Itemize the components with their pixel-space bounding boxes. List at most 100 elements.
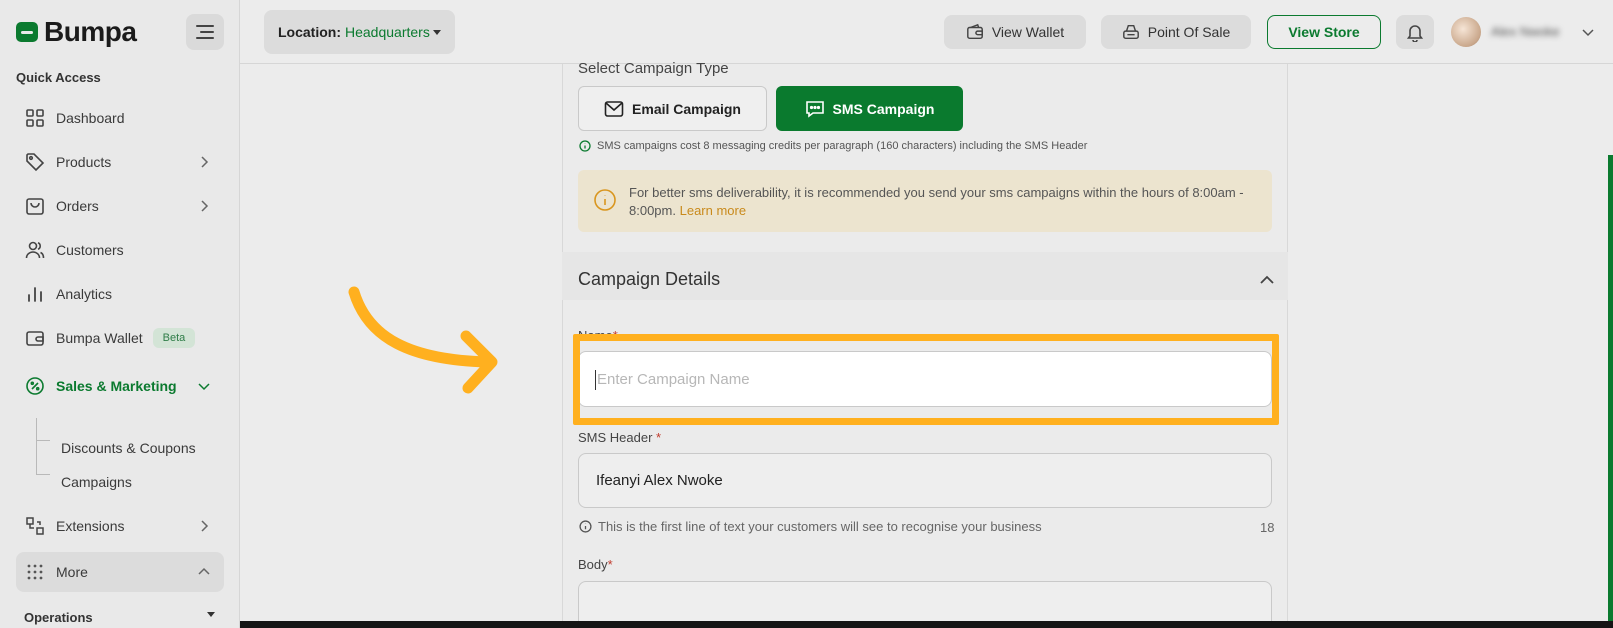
extensions-icon xyxy=(24,515,46,537)
sidebar-item-label: Bumpa Wallet xyxy=(56,330,143,346)
menu-line xyxy=(196,25,214,27)
view-store-button[interactable]: View Store xyxy=(1267,15,1381,49)
bottom-bar xyxy=(240,621,1613,628)
required-mark: * xyxy=(607,557,613,572)
wallet-icon xyxy=(966,23,983,40)
email-campaign-label: Email Campaign xyxy=(632,100,741,117)
sidebar-item-label: Customers xyxy=(56,242,124,258)
body-label-text: Body xyxy=(578,557,608,572)
learn-more-link[interactable]: Learn more xyxy=(680,203,746,218)
point-of-sale-label: Point Of Sale xyxy=(1147,24,1231,40)
name-field-label: Name* xyxy=(578,328,618,343)
mail-icon xyxy=(604,100,624,117)
sidebar-item-extensions[interactable]: Extensions xyxy=(16,506,224,546)
top-bar: Location: Headquarters View Wallet Point… xyxy=(240,0,1613,64)
beta-badge: Beta xyxy=(152,328,196,348)
sidebar-item-analytics[interactable]: Analytics xyxy=(16,274,224,314)
location-label: Location: xyxy=(278,24,341,40)
info-icon xyxy=(579,520,592,533)
caret-down-icon xyxy=(432,29,441,35)
menu-line xyxy=(196,37,214,39)
tree-branch xyxy=(36,440,50,441)
chevron-up-icon[interactable] xyxy=(1258,272,1276,288)
bar-chart-icon xyxy=(24,283,46,305)
sidebar-item-label: Sales & Marketing xyxy=(56,378,177,394)
sidebar-item-bumpa-wallet[interactable]: Bumpa Wallet Beta xyxy=(16,318,224,358)
text-cursor xyxy=(595,370,596,390)
sidebar-item-more[interactable]: More xyxy=(16,552,224,592)
required-mark: * xyxy=(656,430,662,445)
chevron-down-icon[interactable] xyxy=(1580,26,1596,40)
pointer-arrow-icon xyxy=(348,286,498,394)
users-icon xyxy=(24,239,46,261)
chat-icon xyxy=(805,100,824,118)
sidebar-item-sales-marketing[interactable]: Sales & Marketing xyxy=(16,366,224,406)
notifications-button[interactable] xyxy=(1396,15,1434,49)
notice-text: For better sms deliverability, it is rec… xyxy=(629,184,1259,220)
sidebar-subitem-campaigns[interactable]: Campaigns xyxy=(61,474,132,490)
bag-icon xyxy=(24,195,46,217)
avatar[interactable] xyxy=(1451,17,1481,47)
sidebar-item-label: Dashboard xyxy=(56,110,125,126)
info-icon xyxy=(579,140,591,152)
tag-icon xyxy=(24,151,46,173)
chevron-right-icon xyxy=(201,156,209,168)
chevron-up-icon xyxy=(198,567,210,575)
sms-campaign-button[interactable]: SMS Campaign xyxy=(776,86,963,131)
point-of-sale-button[interactable]: Point Of Sale xyxy=(1101,15,1251,49)
grid-icon xyxy=(24,107,46,129)
deliverability-notice: For better sms deliverability, it is rec… xyxy=(578,170,1272,232)
location-value: Headquarters xyxy=(345,24,430,40)
tree-branch xyxy=(36,474,50,475)
sms-header-input[interactable] xyxy=(578,453,1272,508)
pos-icon xyxy=(1122,24,1139,40)
brand-name: Bumpa xyxy=(44,16,137,47)
sidebar-item-label: Products xyxy=(56,154,112,170)
name-label-text: Name xyxy=(578,328,613,343)
info-circle-icon xyxy=(594,189,616,211)
quick-access-title: Quick Access xyxy=(16,70,101,85)
sidebar-item-label: Extensions xyxy=(56,518,125,534)
sms-header-hint: This is the first line of text your cust… xyxy=(579,519,1042,534)
hamburger-menu-button[interactable] xyxy=(186,14,224,50)
sidebar: Bumpa Quick Access Dashboard Products Or… xyxy=(0,0,240,628)
required-mark: * xyxy=(612,328,618,343)
sidebar-item-products[interactable]: Products xyxy=(16,142,224,182)
sidebar-subitem-discounts-coupons[interactable]: Discounts & Coupons xyxy=(61,440,196,456)
view-wallet-label: View Wallet xyxy=(991,24,1065,40)
sms-cost-text: SMS campaigns cost 8 messaging credits p… xyxy=(597,140,1088,152)
sidebar-item-label: More xyxy=(56,564,88,580)
email-campaign-button[interactable]: Email Campaign xyxy=(578,86,767,131)
sms-campaign-label: SMS Campaign xyxy=(832,100,935,117)
chevron-right-icon xyxy=(201,200,209,212)
sidebar-item-dashboard[interactable]: Dashboard xyxy=(16,98,224,138)
caret-down-icon xyxy=(207,612,215,617)
sidebar-item-label: Analytics xyxy=(56,286,113,302)
user-name: Alex Nwoke xyxy=(1491,24,1560,39)
campaign-details-title: Campaign Details xyxy=(578,269,721,289)
sms-header-label-text: SMS Header xyxy=(578,430,653,445)
select-campaign-type-title: Select Campaign Type xyxy=(578,60,729,77)
scroll-indicator xyxy=(1608,155,1613,628)
sms-cost-info: SMS campaigns cost 8 messaging credits p… xyxy=(579,140,1087,152)
bumpa-logo-icon xyxy=(16,22,38,42)
sms-header-field-label: SMS Header * xyxy=(578,430,661,445)
campaign-name-input[interactable] xyxy=(578,351,1272,407)
sidebar-item-orders[interactable]: Orders xyxy=(16,186,224,226)
view-wallet-button[interactable]: View Wallet xyxy=(944,15,1086,49)
wallet-icon xyxy=(24,327,46,349)
body-field-label: Body* xyxy=(578,557,613,572)
dots-grid-icon xyxy=(24,561,46,583)
bumpa-logo[interactable]: Bumpa xyxy=(16,16,137,48)
tree-line xyxy=(36,418,50,474)
sms-header-char-count: 18 xyxy=(1260,520,1275,535)
location-selector[interactable]: Location: Headquarters xyxy=(264,10,455,54)
operations-section-title[interactable]: Operations xyxy=(24,610,93,625)
chevron-down-icon xyxy=(198,383,210,391)
sms-header-hint-text: This is the first line of text your cust… xyxy=(598,519,1042,534)
sidebar-item-customers[interactable]: Customers xyxy=(16,230,224,270)
chevron-right-icon xyxy=(201,520,209,532)
view-store-label: View Store xyxy=(1288,24,1360,40)
sidebar-item-label: Orders xyxy=(56,198,99,214)
percent-icon xyxy=(24,375,46,397)
